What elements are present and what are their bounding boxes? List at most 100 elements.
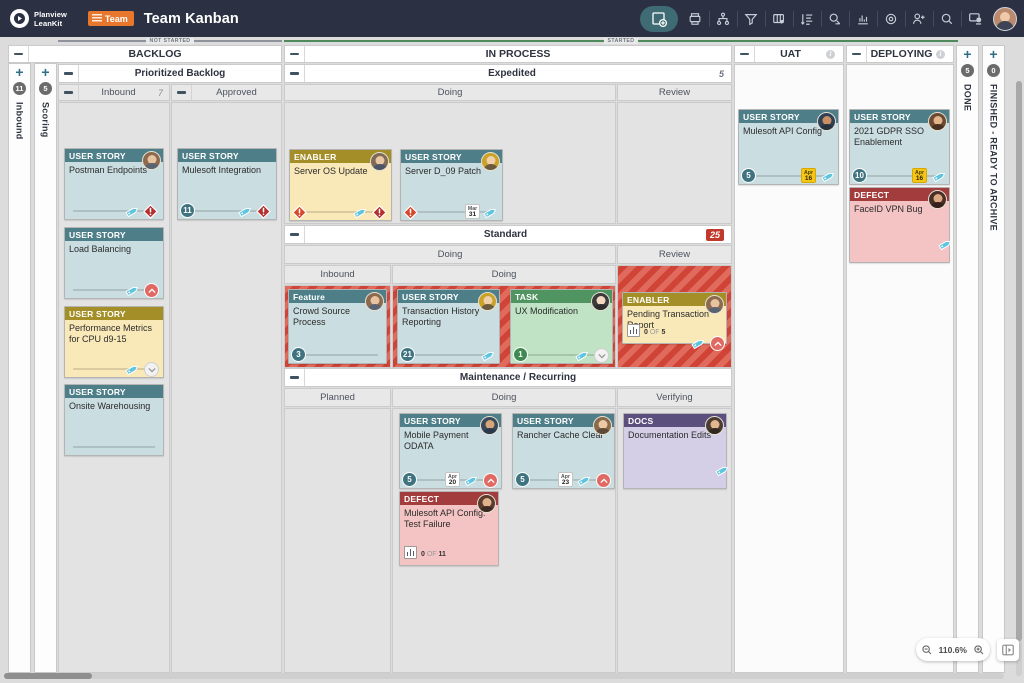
sublane-header-approved[interactable]: Approved [171, 84, 282, 101]
horizontal-scrollbar[interactable] [4, 673, 1004, 679]
tag-icon[interactable] [821, 169, 836, 184]
priority-up-icon[interactable] [710, 336, 725, 351]
add-card-plus-icon[interactable]: + [15, 65, 23, 79]
column-header-deploying[interactable]: DEPLOYING i [846, 45, 954, 63]
sublane-header-standard-doing-inbound[interactable]: Inbound [284, 265, 391, 284]
card-mulesoft-api-config[interactable]: USER STORY Mulesoft API Config 5 Apr 16 [738, 109, 839, 185]
panel-toggle-button[interactable] [997, 639, 1019, 661]
team-badge[interactable]: Team [87, 11, 134, 26]
avatar[interactable] [591, 292, 610, 311]
collapse-icon[interactable] [285, 226, 305, 243]
collapse-icon[interactable] [59, 65, 79, 82]
alert-icon-red[interactable] [256, 204, 271, 219]
card-documentation-edits[interactable]: DOCS Documentation Edits [623, 413, 729, 489]
avatar[interactable] [817, 112, 836, 131]
alert-icon-red[interactable] [143, 204, 158, 219]
collapse-icon[interactable] [9, 46, 29, 62]
avatar[interactable] [481, 152, 500, 171]
lane-header-standard[interactable]: Standard 25 [284, 225, 732, 244]
card-rancher-cache-clear[interactable]: USER STORY Rancher Cache Clear 5 Apr 23 [512, 413, 615, 489]
card-gdpr-sso-enablement[interactable]: USER STORY 2021 GDPR SSO Enablement 10 A… [849, 109, 950, 185]
collapse-icon[interactable] [285, 369, 305, 386]
sublane-header-expedited-doing[interactable]: Doing [284, 84, 616, 101]
column-header-backlog[interactable]: BACKLOG [8, 45, 282, 63]
card-ux-modification[interactable]: TASK UX Modification 1 [510, 289, 613, 364]
due-date-badge[interactable]: Mar 31 [465, 204, 480, 219]
zoom-out-icon[interactable] [919, 641, 936, 658]
priority-down-icon[interactable] [144, 362, 159, 377]
dropzone-expedited-review[interactable] [617, 102, 732, 224]
column-header-in-process[interactable]: IN PROCESS [284, 45, 732, 63]
sublane-header-standard-doing[interactable]: Doing [284, 245, 616, 264]
alert-icon-orange[interactable] [403, 205, 418, 220]
lane-header-expedited[interactable]: Expedited 5 [284, 64, 732, 83]
card-server-d09-patch[interactable]: USER STORY Server D_09 Patch Mar 31 [400, 149, 503, 221]
tag-icon[interactable] [577, 473, 592, 488]
tag-icon[interactable] [238, 204, 253, 219]
info-icon[interactable]: i [936, 49, 945, 59]
collapse-icon[interactable] [59, 85, 79, 100]
lane-header-prioritized-backlog[interactable]: Prioritized Backlog [58, 64, 282, 83]
notifications-icon[interactable] [961, 6, 989, 32]
sublane-header-expedited-review[interactable]: Review [617, 84, 732, 101]
alert-icon-orange[interactable] [292, 205, 307, 220]
sidebar-lane-inbound[interactable]: + 11 Inbound [8, 63, 31, 673]
tag-icon[interactable] [464, 473, 479, 488]
card-transaction-history-reporting[interactable]: USER STORY Transaction History Reporting… [397, 289, 500, 364]
collapse-icon[interactable] [285, 65, 305, 82]
avatar[interactable] [928, 190, 947, 209]
card-mulesoft-integration[interactable]: USER STORY Mulesoft Integration 11 [177, 148, 277, 220]
planview-logo[interactable]: Planview LeanKit [10, 9, 67, 28]
tag-icon[interactable] [125, 362, 140, 377]
sublane-header-standard-review[interactable]: Review [617, 245, 732, 264]
user-avatar[interactable] [993, 6, 1017, 31]
tag-icon[interactable] [125, 204, 140, 219]
collapse-icon[interactable] [172, 85, 192, 100]
tag-icon[interactable] [481, 348, 496, 363]
add-card-plus-icon[interactable]: + [41, 65, 49, 79]
analytics-icon[interactable] [849, 6, 877, 32]
card-onsite-warehousing[interactable]: USER STORY Onsite Warehousing [64, 384, 164, 456]
tag-icon[interactable] [483, 205, 498, 220]
add-card-icon[interactable] [640, 5, 678, 32]
search-icon[interactable] [933, 6, 961, 32]
tag-icon[interactable] [353, 205, 368, 220]
sublane-header-standard-doing-doing[interactable]: Doing [392, 265, 616, 284]
print-icon[interactable] [681, 6, 709, 32]
priority-up-icon[interactable] [144, 283, 159, 298]
sidebar-lane-finished[interactable]: + 0 FINISHED - READY TO ARCHIVE [982, 45, 1005, 673]
avatar[interactable] [705, 416, 724, 435]
card-mobile-payment-odata[interactable]: USER STORY Mobile Payment ODATA 5 Apr 20 [399, 413, 502, 489]
dropzone-maintenance-planned[interactable] [284, 408, 391, 673]
scrollbar-thumb[interactable] [4, 673, 92, 679]
card-postman-endpoints[interactable]: USER STORY Postman Endpoints [64, 148, 164, 220]
tag-icon[interactable] [575, 348, 590, 363]
settings-icon[interactable] [877, 6, 905, 32]
board-layout-icon[interactable] [765, 6, 793, 32]
zoom-in-icon[interactable] [970, 641, 987, 658]
avatar[interactable] [370, 152, 389, 171]
avatar[interactable] [593, 416, 612, 435]
sublane-header-maintenance-verifying[interactable]: Verifying [617, 388, 732, 407]
avatar[interactable] [477, 494, 496, 513]
hierarchy-icon[interactable] [709, 6, 737, 32]
sublane-header-inbound[interactable]: Inbound 7 [58, 84, 170, 101]
lane-header-maintenance[interactable]: Maintenance / Recurring [284, 368, 732, 387]
avatar[interactable] [142, 151, 161, 170]
priority-up-icon[interactable] [483, 473, 498, 488]
due-date-badge[interactable]: Apr 20 [445, 472, 460, 487]
card-performance-metrics[interactable]: USER STORY Performance Metrics for CPU d… [64, 306, 164, 378]
tag-icon[interactable] [125, 283, 140, 298]
add-user-icon[interactable] [905, 6, 933, 32]
priority-down-icon[interactable] [594, 348, 609, 363]
add-card-plus-icon[interactable]: + [989, 47, 997, 61]
card-load-balancing[interactable]: USER STORY Load Balancing [64, 227, 164, 299]
priority-up-icon[interactable] [596, 473, 611, 488]
card-mulesoft-api-config-test-failure[interactable]: DEFECT Mulesoft API Config: Test Failure… [399, 491, 499, 566]
avatar[interactable] [928, 112, 947, 131]
card-pending-transaction-report[interactable]: ENABLER Pending Transaction Report 0 OF … [622, 292, 727, 351]
zoom-control[interactable]: 110.6% [915, 638, 990, 661]
column-header-uat[interactable]: UAT i [734, 45, 844, 63]
filter-icon[interactable] [737, 6, 765, 32]
timer-icon[interactable] [821, 6, 849, 32]
